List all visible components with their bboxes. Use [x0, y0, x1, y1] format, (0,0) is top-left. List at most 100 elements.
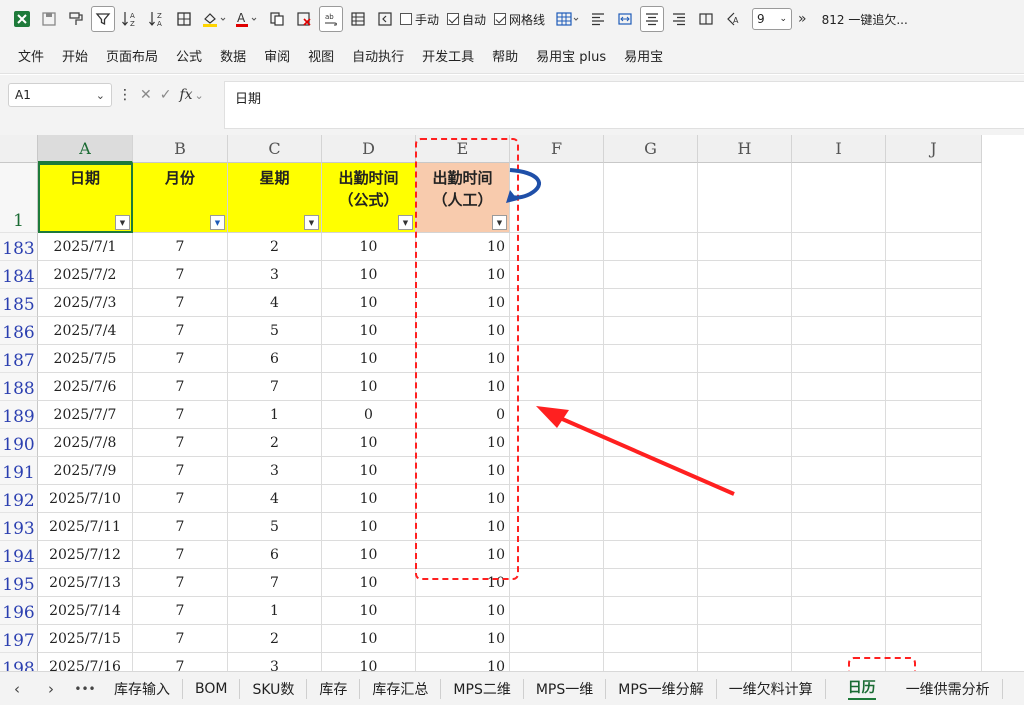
data-cell-formula[interactable]: 10: [322, 373, 416, 401]
data-cell-formula[interactable]: 10: [322, 653, 416, 671]
column-header-b[interactable]: B: [133, 135, 228, 163]
column-header-g[interactable]: G: [604, 135, 698, 163]
save-icon[interactable]: [37, 6, 61, 32]
empty-cell[interactable]: [886, 513, 982, 541]
data-cell-month[interactable]: 7: [133, 597, 228, 625]
sheet-tab[interactable]: 日历: [836, 679, 888, 700]
data-cell-date[interactable]: 2025/7/11: [38, 513, 133, 541]
empty-cell[interactable]: [698, 289, 792, 317]
empty-cell[interactable]: [792, 513, 886, 541]
empty-cell[interactable]: [698, 541, 792, 569]
empty-cell[interactable]: [604, 485, 698, 513]
empty-cell[interactable]: [510, 289, 604, 317]
data-cell-month[interactable]: 7: [133, 513, 228, 541]
formula-input[interactable]: 日期: [224, 81, 1024, 129]
data-cell-month[interactable]: 7: [133, 373, 228, 401]
header-cell[interactable]: 出勤时间 （人工） ▼: [416, 163, 510, 233]
empty-cell[interactable]: [886, 457, 982, 485]
empty-cell[interactable]: [698, 429, 792, 457]
empty-cell[interactable]: [604, 569, 698, 597]
empty-cell[interactable]: [510, 569, 604, 597]
data-cell-date[interactable]: 2025/7/4: [38, 317, 133, 345]
data-cell-week[interactable]: 1: [228, 597, 322, 625]
empty-cell[interactable]: [792, 541, 886, 569]
gridlines-checkbox-box[interactable]: [494, 13, 507, 25]
empty-cell[interactable]: [698, 513, 792, 541]
row-header[interactable]: 193: [0, 513, 38, 541]
empty-cell[interactable]: [886, 163, 982, 233]
data-cell-manual[interactable]: 10: [416, 317, 510, 345]
data-cell-formula[interactable]: 10: [322, 289, 416, 317]
merge-center-icon[interactable]: [613, 6, 637, 32]
data-cell-date[interactable]: 2025/7/3: [38, 289, 133, 317]
empty-cell[interactable]: [604, 289, 698, 317]
empty-cell[interactable]: [698, 373, 792, 401]
empty-cell[interactable]: [792, 485, 886, 513]
data-cell-date[interactable]: 2025/7/13: [38, 569, 133, 597]
data-cell-formula[interactable]: 10: [322, 485, 416, 513]
empty-cell[interactable]: [792, 373, 886, 401]
empty-cell[interactable]: [510, 345, 604, 373]
empty-cell[interactable]: [792, 429, 886, 457]
data-cell-manual[interactable]: 10: [416, 569, 510, 597]
empty-cell[interactable]: [886, 261, 982, 289]
align-left-icon[interactable]: [586, 6, 610, 32]
data-cell-date[interactable]: 2025/7/15: [38, 625, 133, 653]
row-header[interactable]: 184: [0, 261, 38, 289]
data-cell-month[interactable]: 7: [133, 429, 228, 457]
menu-item[interactable]: 审阅: [264, 46, 290, 65]
empty-cell[interactable]: [886, 401, 982, 429]
row-header[interactable]: 188: [0, 373, 38, 401]
decrease-font-icon[interactable]: A: [721, 6, 745, 32]
empty-cell[interactable]: [510, 457, 604, 485]
empty-cell[interactable]: [604, 541, 698, 569]
data-cell-week[interactable]: 7: [228, 373, 322, 401]
column-header-h[interactable]: H: [698, 135, 792, 163]
data-cell-formula[interactable]: 10: [322, 429, 416, 457]
filter-dropdown-icon[interactable]: ▼: [492, 215, 507, 230]
empty-cell[interactable]: [510, 625, 604, 653]
empty-cell[interactable]: [792, 597, 886, 625]
data-cell-formula[interactable]: 10: [322, 541, 416, 569]
data-cell-date[interactable]: 2025/7/14: [38, 597, 133, 625]
data-cell-date[interactable]: 2025/7/12: [38, 541, 133, 569]
empty-cell[interactable]: [604, 625, 698, 653]
sheet-tab[interactable]: 一维供需分析: [894, 678, 1003, 699]
row-header[interactable]: 198: [0, 653, 38, 671]
row-header[interactable]: 1: [0, 163, 38, 233]
data-cell-formula[interactable]: 10: [322, 625, 416, 653]
data-cell-month[interactable]: 7: [133, 233, 228, 261]
empty-cell[interactable]: [698, 569, 792, 597]
empty-cell[interactable]: [698, 485, 792, 513]
empty-cell[interactable]: [886, 429, 982, 457]
data-cell-manual[interactable]: 10: [416, 625, 510, 653]
empty-cell[interactable]: [604, 597, 698, 625]
menu-item[interactable]: 开始: [62, 46, 88, 65]
empty-cell[interactable]: [604, 457, 698, 485]
empty-cell[interactable]: [792, 345, 886, 373]
auto-calc-checkbox[interactable]: 自动: [447, 11, 486, 28]
empty-cell[interactable]: [510, 429, 604, 457]
empty-cell[interactable]: [604, 429, 698, 457]
filter-icon[interactable]: [91, 6, 115, 32]
select-all-corner[interactable]: [0, 135, 38, 163]
data-cell-month[interactable]: 7: [133, 345, 228, 373]
align-right-icon[interactable]: [667, 6, 691, 32]
sheet-tab[interactable]: MPS一维: [524, 678, 607, 699]
confirm-icon[interactable]: ✓: [160, 87, 172, 103]
empty-cell[interactable]: [604, 373, 698, 401]
empty-cell[interactable]: [510, 233, 604, 261]
column-header-a[interactable]: A: [38, 135, 133, 163]
empty-cell[interactable]: [698, 597, 792, 625]
cell-style-icon[interactable]: [694, 6, 718, 32]
menu-item[interactable]: 开发工具: [422, 46, 474, 65]
manual-checkbox-box[interactable]: [400, 13, 412, 25]
empty-cell[interactable]: [886, 625, 982, 653]
empty-cell[interactable]: [604, 653, 698, 671]
font-size-select[interactable]: 9 ⌄: [752, 8, 793, 30]
sheet-tab[interactable]: SKU数: [240, 678, 308, 699]
row-header[interactable]: 190: [0, 429, 38, 457]
data-cell-formula[interactable]: 10: [322, 597, 416, 625]
empty-cell[interactable]: [886, 289, 982, 317]
sheet-tab[interactable]: MPS一维分解: [606, 678, 717, 699]
